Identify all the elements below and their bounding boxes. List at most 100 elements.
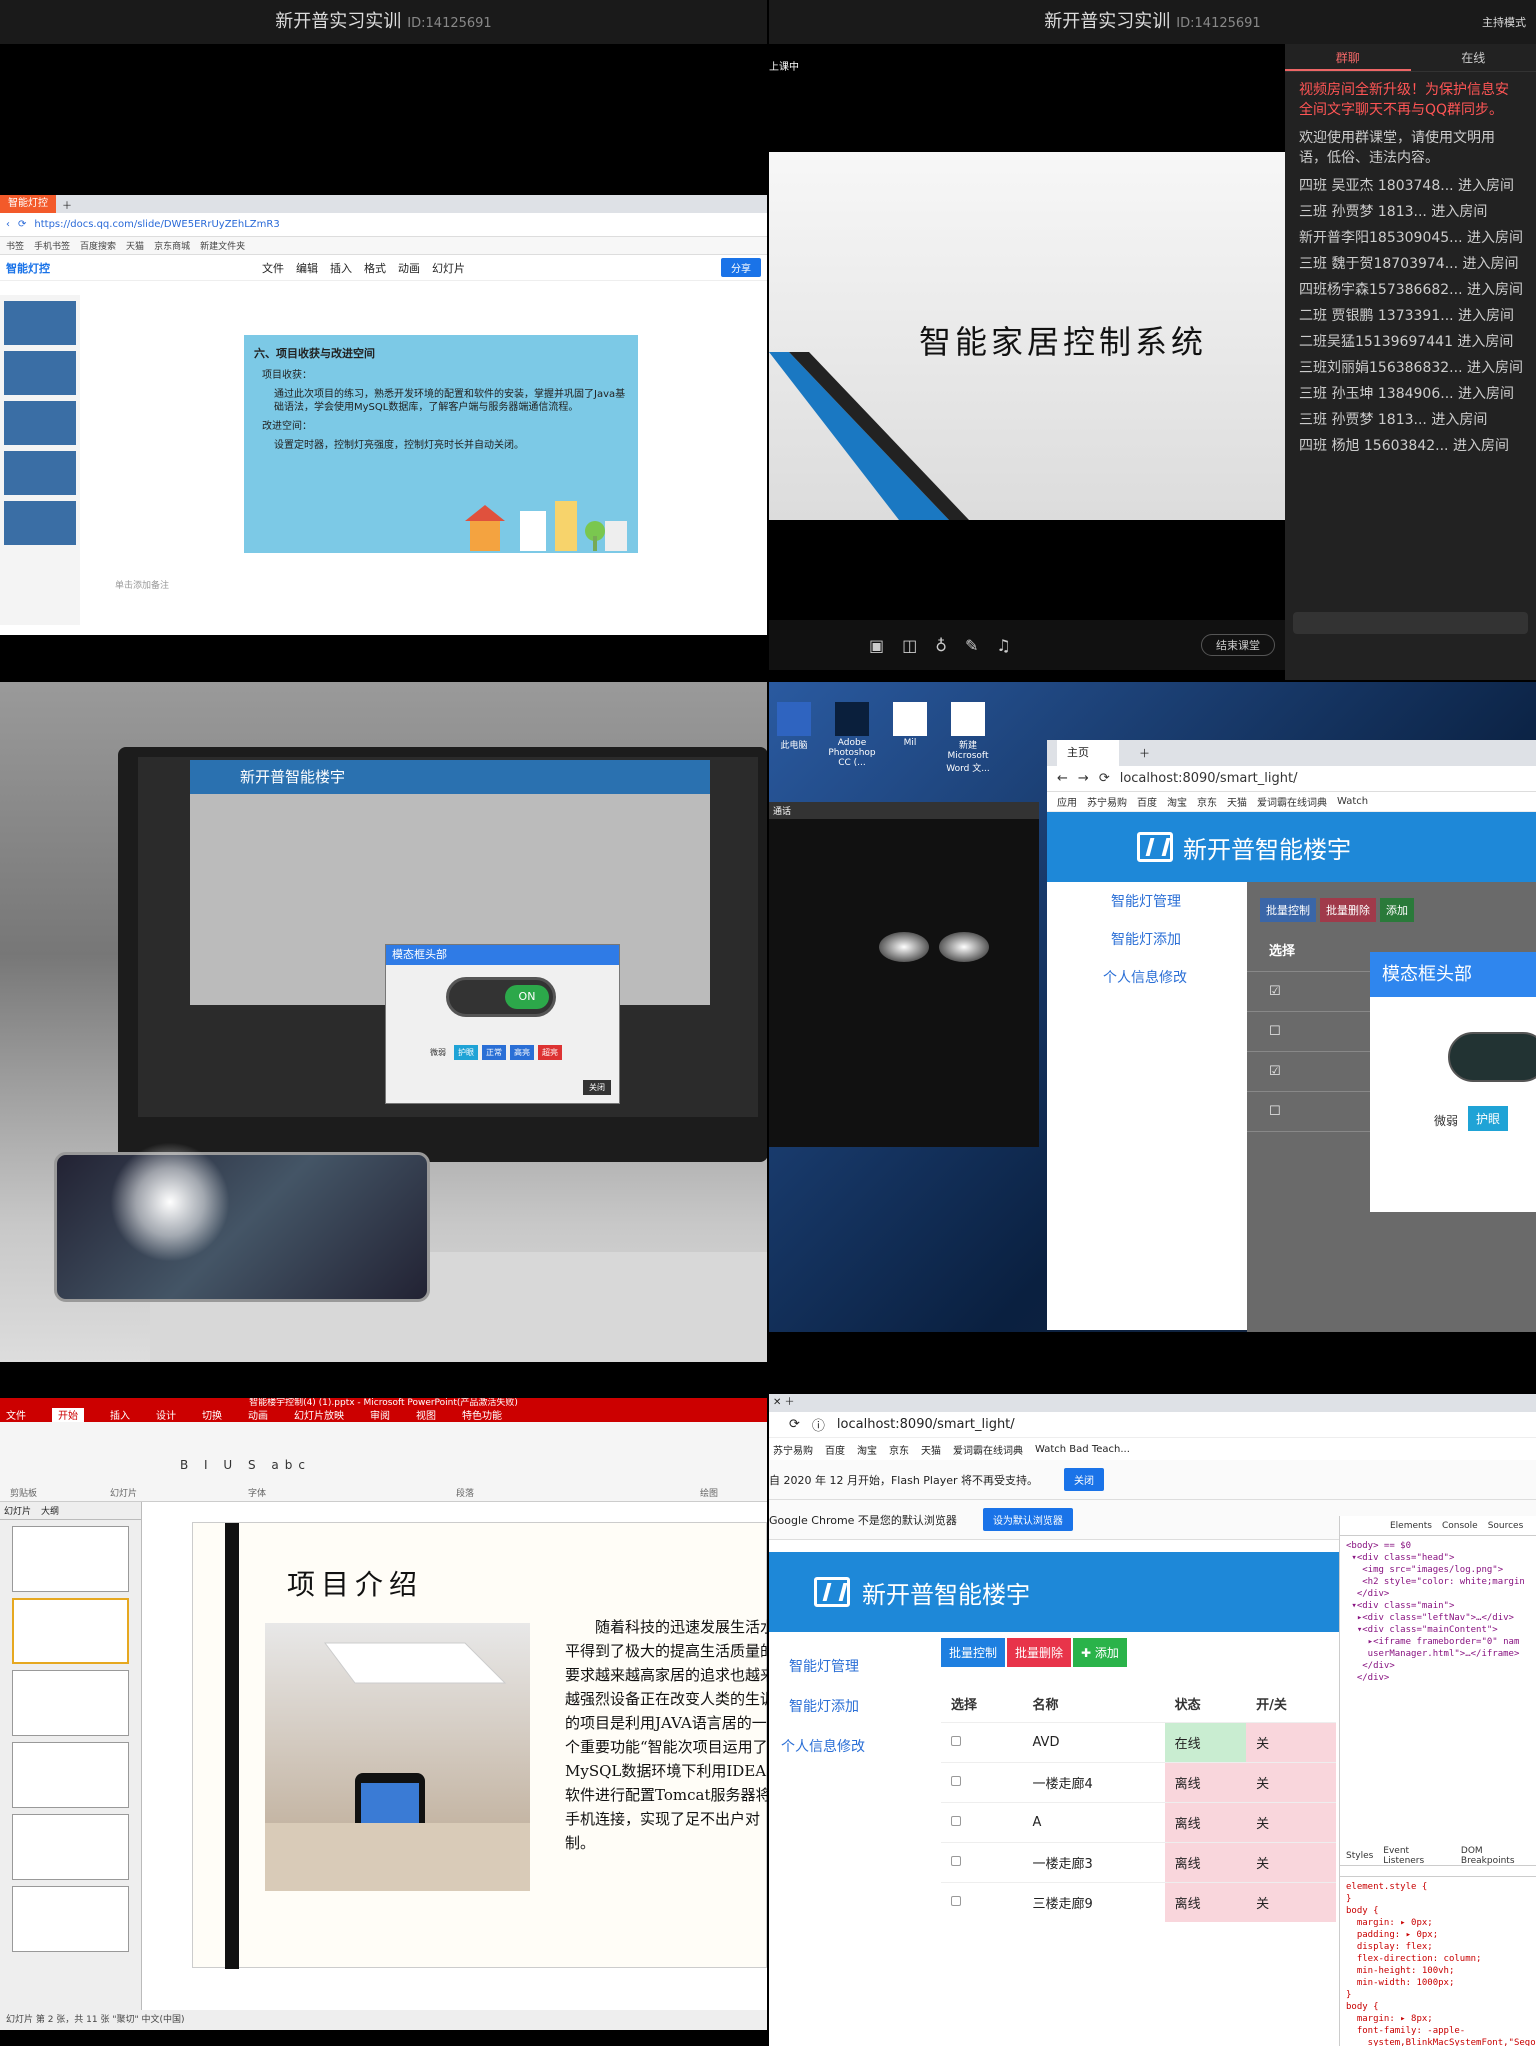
light-toggle[interactable] bbox=[1448, 1032, 1536, 1082]
slide-thumb-4[interactable] bbox=[12, 1742, 129, 1808]
share-button[interactable]: 分享 bbox=[721, 258, 761, 277]
address-bar[interactable]: ⟳ ⓘ localhost:8090/smart_light/ bbox=[769, 1412, 1536, 1438]
chat-message: 三班 魏于贺18703974... 进入房间 bbox=[1299, 256, 1519, 272]
app-name: 智能灯控 bbox=[6, 261, 50, 275]
batch-control-button[interactable]: 批量控制 bbox=[941, 1638, 1006, 1667]
batch-control-button[interactable]: 批量控制 bbox=[1260, 898, 1316, 922]
btn-normal[interactable]: 正常 bbox=[482, 1045, 506, 1060]
flash-close-button[interactable]: 关闭 bbox=[1064, 1468, 1105, 1491]
menu-format[interactable]: 格式 bbox=[364, 260, 386, 276]
room-id: ID:14125691 bbox=[1176, 16, 1261, 31]
batch-delete-button[interactable]: 批量删除 bbox=[1007, 1638, 1072, 1667]
devtools-tab-events[interactable]: Event Listeners bbox=[1383, 1846, 1451, 1866]
music-icon[interactable]: ♫ bbox=[996, 636, 1010, 655]
dom-tree[interactable]: <body> == $0 ▾<div class="head"> <img sr… bbox=[1340, 1536, 1536, 1746]
notes-placeholder[interactable]: 单击添加备注 bbox=[115, 578, 169, 591]
back-icon[interactable]: ‹ bbox=[6, 219, 10, 230]
nav-profile[interactable]: 个人信息修改 bbox=[1047, 958, 1247, 996]
tab-file[interactable]: 文件 bbox=[6, 1407, 26, 1422]
address-bar[interactable]: ‹ ⟳ https://docs.qq.com/slide/DWE5ERrUyZEh… bbox=[0, 213, 767, 237]
nav-light-add[interactable]: 智能灯添加 bbox=[769, 1686, 939, 1726]
new-tab-icon[interactable]: ＋ bbox=[1139, 745, 1150, 761]
row-switch[interactable]: 关 bbox=[1246, 1881, 1336, 1922]
row-checkbox[interactable] bbox=[951, 1735, 961, 1746]
stream-title: 新开普实习实训 bbox=[275, 11, 402, 32]
row-switch[interactable]: 关 bbox=[1246, 1841, 1336, 1882]
row-checkbox[interactable] bbox=[951, 1855, 961, 1866]
slide-thumb-3[interactable] bbox=[12, 1670, 129, 1736]
row-checkbox[interactable] bbox=[951, 1815, 961, 1826]
tab-design[interactable]: 设计 bbox=[156, 1407, 176, 1422]
tab-features[interactable]: 特色功能 bbox=[462, 1407, 502, 1422]
btn-eye[interactable]: 护眼 bbox=[454, 1045, 478, 1060]
menu-slide[interactable]: 幻灯片 bbox=[432, 260, 465, 276]
batch-delete-button[interactable]: 批量删除 bbox=[1320, 898, 1376, 922]
btn-super[interactable]: 超亮 bbox=[538, 1045, 562, 1060]
photo-app-title: 新开普智能楼宇 bbox=[190, 760, 710, 794]
photo-close-button[interactable]: 关闭 bbox=[583, 1080, 611, 1095]
tab-slideshow[interactable]: 幻灯片放映 bbox=[294, 1407, 344, 1422]
devtools-tab-dom-breakpoints[interactable]: DOM Breakpoints bbox=[1461, 1846, 1536, 1866]
panel-tab-outline[interactable]: 大纲 bbox=[41, 1504, 59, 1517]
improve-label: 改进空间： bbox=[262, 421, 312, 432]
add-button[interactable]: 添加 bbox=[1380, 898, 1414, 922]
desktop-icon[interactable]: Mil bbox=[885, 702, 935, 774]
edit-icon[interactable]: ✎ bbox=[965, 636, 978, 655]
menu-insert[interactable]: 插入 bbox=[330, 260, 352, 276]
tab-view[interactable]: 视图 bbox=[416, 1407, 436, 1422]
tab-transitions[interactable]: 切换 bbox=[202, 1407, 222, 1422]
row-switch[interactable]: 关 bbox=[1246, 1761, 1336, 1802]
video-tile-5: 智能楼宇控制(4) (1).pptx - Microsoft PowerPoin… bbox=[0, 1364, 767, 2046]
tab-home[interactable]: 开始 bbox=[52, 1406, 84, 1422]
tab-insert[interactable]: 插入 bbox=[110, 1407, 130, 1422]
btn-eye[interactable]: 护眼 bbox=[1468, 1106, 1509, 1131]
tab-online[interactable]: 在线 bbox=[1411, 44, 1536, 71]
toggle-label: ON bbox=[505, 985, 549, 1009]
menu-edit[interactable]: 编辑 bbox=[296, 260, 318, 276]
set-default-button[interactable]: 设为默认浏览器 bbox=[982, 1508, 1073, 1531]
nav-light-add[interactable]: 智能灯添加 bbox=[1047, 920, 1247, 958]
row-status: 离线 bbox=[1164, 1881, 1247, 1922]
add-button[interactable]: ✚ 添加 bbox=[1073, 1638, 1127, 1667]
row-switch[interactable]: 关 bbox=[1246, 1721, 1336, 1762]
btn-bright[interactable]: 高亮 bbox=[510, 1045, 534, 1060]
devtools-tab-elements[interactable]: Elements bbox=[1390, 1521, 1432, 1531]
tab-animations[interactable]: 动画 bbox=[248, 1407, 268, 1422]
mic-icon[interactable]: ♁ bbox=[935, 636, 947, 655]
nav-light-manage[interactable]: 智能灯管理 bbox=[769, 1646, 939, 1686]
screen-share-icon[interactable]: ◫ bbox=[902, 636, 917, 655]
slide-thumb-2[interactable] bbox=[12, 1598, 129, 1664]
host-mode-label[interactable]: 主持模式 bbox=[1482, 14, 1526, 30]
devtools-tab-styles[interactable]: Styles bbox=[1346, 1851, 1373, 1861]
light-toggle[interactable]: ON bbox=[446, 977, 556, 1017]
call-title: 通话 bbox=[769, 802, 1039, 819]
slide-thumb-6[interactable] bbox=[12, 1886, 129, 1952]
panel-tab-slides[interactable]: 幻灯片 bbox=[4, 1504, 31, 1517]
browser-tab[interactable]: 主页 bbox=[1057, 740, 1119, 766]
row-switch[interactable]: 关 bbox=[1246, 1801, 1336, 1842]
tab-group-chat[interactable]: 群聊 bbox=[1285, 44, 1411, 71]
devtools-tab-sources[interactable]: Sources bbox=[1488, 1521, 1524, 1531]
camera-icon[interactable]: ▣ bbox=[869, 636, 884, 655]
end-class-button[interactable]: 结束课堂 bbox=[1201, 634, 1275, 656]
nav-light-manage[interactable]: 智能灯管理 bbox=[1047, 882, 1247, 920]
slide-thumb-5[interactable] bbox=[12, 1814, 129, 1880]
nav-profile[interactable]: 个人信息修改 bbox=[769, 1726, 939, 1766]
tab-review[interactable]: 审阅 bbox=[370, 1407, 390, 1422]
row-checkbox[interactable] bbox=[951, 1895, 961, 1906]
browser-tab[interactable]: 智能灯控 bbox=[0, 195, 56, 213]
row-checkbox[interactable] bbox=[951, 1775, 961, 1786]
desktop-icon[interactable]: 新建 Microsoft Word 文... bbox=[943, 702, 993, 774]
btn-weak[interactable]: 微弱 bbox=[1434, 1112, 1458, 1129]
menu-file[interactable]: 文件 bbox=[262, 260, 284, 276]
desktop-icon[interactable]: Adobe Photoshop CC (... bbox=[827, 702, 877, 774]
address-bar[interactable]: ← → ⟳ localhost:8090/smart_light/ bbox=[1047, 766, 1536, 792]
desktop-icon[interactable]: 此电脑 bbox=[769, 702, 819, 774]
devtools-tab-console[interactable]: Console bbox=[1442, 1521, 1478, 1531]
btn-weak[interactable]: 微弱 bbox=[426, 1045, 450, 1060]
chat-input[interactable] bbox=[1293, 612, 1528, 634]
row-name: AVD bbox=[1022, 1721, 1165, 1762]
reload-icon[interactable]: ⟳ bbox=[18, 219, 26, 230]
menu-animation[interactable]: 动画 bbox=[398, 260, 420, 276]
slide-thumb-1[interactable] bbox=[12, 1526, 129, 1592]
